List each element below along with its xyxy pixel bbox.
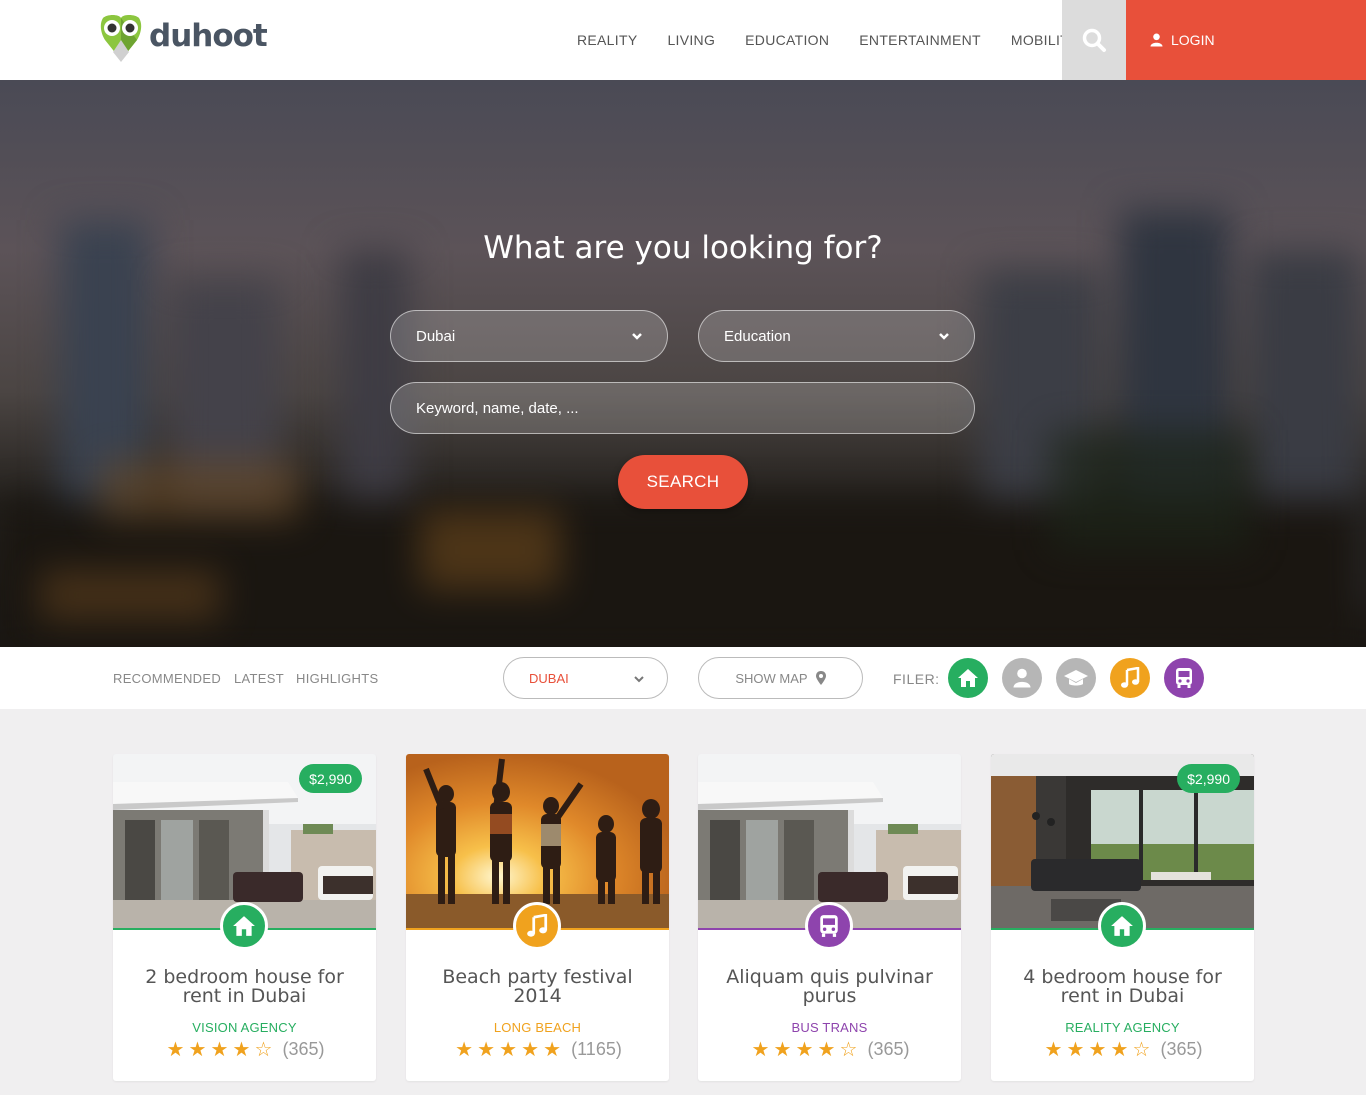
- star-filled-icon: ★: [477, 1038, 496, 1061]
- nav-item-reality[interactable]: REALITY: [577, 32, 637, 48]
- star-filled-icon: ★: [1066, 1038, 1085, 1061]
- nav-item-entertainment[interactable]: ENTERTAINMENT: [859, 32, 981, 48]
- search-icon: [1082, 28, 1106, 52]
- graduation-cap-icon: [1064, 670, 1088, 686]
- bus-icon: [805, 902, 853, 950]
- logo[interactable]: duhoot: [97, 12, 268, 62]
- home-icon: [220, 902, 268, 950]
- music-note-icon: [1121, 667, 1140, 688]
- home-icon: [958, 669, 978, 687]
- listing-title[interactable]: Beach party festival 2014: [426, 968, 649, 1006]
- star-filled-icon: ★: [521, 1038, 540, 1061]
- review-count: (1165): [571, 1039, 622, 1059]
- map-pin-icon: [815, 671, 826, 685]
- hero-title: What are you looking for?: [483, 230, 883, 266]
- nav-item-education[interactable]: EDUCATION: [745, 32, 829, 48]
- owl-logo-icon: [97, 12, 145, 62]
- filter-reality-button[interactable]: [948, 658, 988, 698]
- listing-card[interactable]: $2,990 2 bedroom house for rent in Dubai…: [113, 754, 376, 1081]
- top-header: duhoot REALITY LIVING EDUCATION ENTERTAI…: [0, 0, 1366, 80]
- review-count: (365): [282, 1039, 325, 1059]
- star-filled-icon: ★: [188, 1038, 207, 1061]
- location-select[interactable]: Dubai: [390, 310, 668, 362]
- city-select[interactable]: DUBAI: [503, 657, 668, 699]
- star-rating: ★ ★ ★ ★ ☆: [1042, 1040, 1152, 1060]
- category-select-value: Education: [724, 327, 791, 345]
- listing-card[interactable]: $2,990 4 bedroom house for rent in Dubai…: [991, 754, 1254, 1081]
- listing-location: LONG BEACH: [493, 1020, 582, 1035]
- star-filled-icon: ★: [1088, 1038, 1107, 1061]
- rating: ★ ★ ★ ★ ☆ (365): [113, 1039, 376, 1060]
- nav-item-living[interactable]: LIVING: [667, 32, 715, 48]
- keyword-input-placeholder: Keyword, name, date, ...: [416, 399, 579, 417]
- filer-label: FILER:: [893, 671, 940, 687]
- star-filled-icon: ★: [232, 1038, 251, 1061]
- star-filled-icon: ★: [1044, 1038, 1063, 1061]
- user-icon: [1150, 33, 1163, 47]
- star-filled-icon: ★: [166, 1038, 185, 1061]
- home-icon: [1098, 902, 1146, 950]
- listing-card[interactable]: Aliquam quis pulvinar purus BUS TRANS ★ ★…: [698, 754, 961, 1081]
- star-filled-icon: ★: [773, 1038, 792, 1061]
- rating: ★ ★ ★ ★ ☆ (365): [991, 1039, 1254, 1060]
- star-filled-icon: ★: [1110, 1038, 1129, 1061]
- filter-entertainment-button[interactable]: [1110, 658, 1150, 698]
- review-count: (365): [1160, 1039, 1203, 1059]
- rating: ★ ★ ★ ★ ☆ (365): [698, 1039, 961, 1060]
- bus-icon: [1176, 668, 1192, 688]
- star-rating: ★ ★ ★ ★ ☆: [164, 1040, 274, 1060]
- keyword-input[interactable]: Keyword, name, date, ...: [390, 382, 975, 434]
- main-nav: REALITY LIVING EDUCATION ENTERTAINMENT M…: [577, 32, 1109, 48]
- login-button[interactable]: LOGIN: [1126, 0, 1366, 80]
- rating: ★ ★ ★ ★ ★ (1165): [406, 1039, 669, 1060]
- filter-education-button[interactable]: [1056, 658, 1096, 698]
- tab-latest[interactable]: LATEST: [234, 671, 284, 686]
- star-filled-icon: ★: [210, 1038, 229, 1061]
- search-button[interactable]: SEARCH: [618, 455, 748, 509]
- tab-recommended[interactable]: RECOMMENDED: [113, 671, 221, 686]
- chevron-down-icon: [632, 333, 642, 340]
- listing-title[interactable]: 4 bedroom house for rent in Dubai: [1011, 968, 1234, 1006]
- login-label: LOGIN: [1171, 32, 1215, 48]
- chevron-down-icon: [939, 333, 949, 340]
- star-filled-icon: ★: [455, 1038, 474, 1061]
- user-icon: [1013, 668, 1031, 688]
- listing-title[interactable]: Aliquam quis pulvinar purus: [718, 968, 941, 1006]
- star-empty-icon: ☆: [254, 1038, 273, 1061]
- star-rating: ★ ★ ★ ★ ★: [453, 1040, 563, 1060]
- listing-agency: REALITY AGENCY: [1065, 1020, 1180, 1035]
- star-filled-icon: ★: [499, 1038, 518, 1061]
- tab-highlights[interactable]: HIGHLIGHTS: [296, 671, 378, 686]
- category-select[interactable]: Education: [698, 310, 975, 362]
- star-empty-icon: ☆: [1132, 1038, 1151, 1061]
- chevron-down-icon: [634, 676, 644, 683]
- star-filled-icon: ★: [817, 1038, 836, 1061]
- star-filled-icon: ★: [795, 1038, 814, 1061]
- review-count: (365): [867, 1039, 910, 1059]
- star-rating: ★ ★ ★ ★ ☆: [749, 1040, 859, 1060]
- music-note-icon: [513, 902, 561, 950]
- header-search-button[interactable]: [1062, 0, 1126, 80]
- location-select-value: Dubai: [416, 327, 456, 345]
- filter-bar: RECOMMENDED LATEST HIGHLIGHTS DUBAI SHOW…: [0, 647, 1366, 709]
- hero-section: What are you looking for? Dubai Educatio…: [0, 80, 1366, 647]
- listing-agency: VISION AGENCY: [192, 1020, 297, 1035]
- city-select-value: DUBAI: [529, 670, 569, 686]
- show-map-label: SHOW MAP: [735, 670, 808, 686]
- listing-title[interactable]: 2 bedroom house for rent in Dubai: [133, 968, 356, 1006]
- star-empty-icon: ☆: [839, 1038, 858, 1061]
- listing-card[interactable]: Beach party festival 2014 LONG BEACH ★ ★ ★…: [406, 754, 669, 1081]
- listing-operator: BUS TRANS: [791, 1020, 868, 1035]
- star-filled-icon: ★: [543, 1038, 562, 1061]
- show-map-button[interactable]: SHOW MAP: [698, 657, 863, 699]
- star-filled-icon: ★: [751, 1038, 770, 1061]
- price-badge: $2,990: [1177, 764, 1240, 793]
- price-badge: $2,990: [299, 764, 362, 793]
- filter-mobility-button[interactable]: [1164, 658, 1204, 698]
- filter-living-button[interactable]: [1002, 658, 1042, 698]
- logo-text: duhoot: [149, 18, 268, 54]
